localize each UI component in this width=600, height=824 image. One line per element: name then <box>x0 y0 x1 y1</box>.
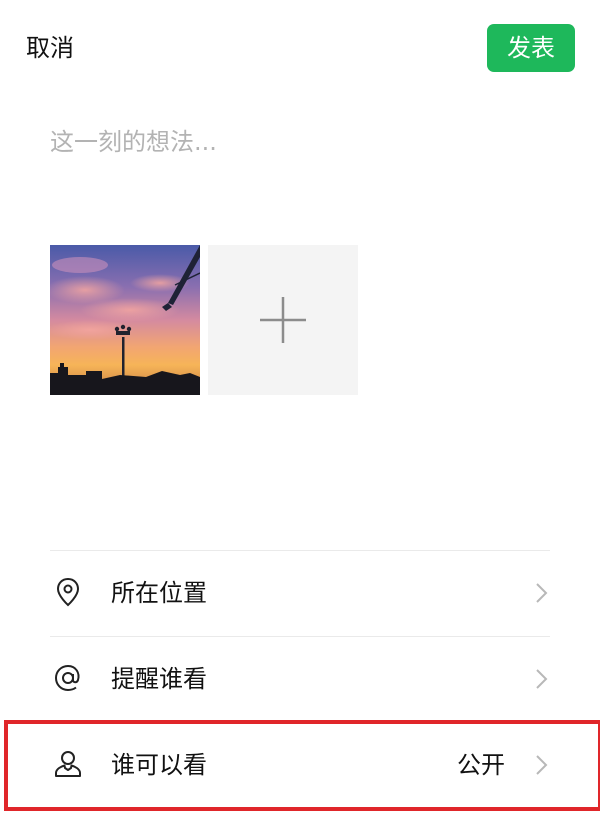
visibility-value: 公开 <box>457 751 505 779</box>
sunset-photo <box>50 245 200 395</box>
visibility-label: 谁可以看 <box>111 751 207 779</box>
remind-row[interactable]: 提醒谁看 <box>0 637 600 721</box>
chevron-right-icon <box>536 583 548 603</box>
publish-button[interactable]: 发表 <box>487 24 575 72</box>
at-sign-icon <box>54 664 80 692</box>
top-bar: 取消 发表 <box>0 0 600 96</box>
moment-text-input[interactable] <box>50 118 550 166</box>
location-row[interactable]: 所在位置 <box>0 551 600 635</box>
chevron-right-icon <box>536 755 548 775</box>
location-pin-icon <box>56 577 80 607</box>
location-label: 所在位置 <box>111 579 207 607</box>
post-moment-screen: 取消 发表 这一刻的想法... 所在位置 提醒谁看 谁可以看 公开 <box>0 0 600 824</box>
cancel-button[interactable]: 取消 <box>26 30 74 66</box>
photo-thumbnail[interactable] <box>50 245 200 395</box>
plus-icon <box>260 297 306 343</box>
person-icon <box>55 751 81 777</box>
add-photo-button[interactable] <box>208 245 358 395</box>
visibility-row[interactable]: 谁可以看 公开 <box>0 723 600 807</box>
remind-label: 提醒谁看 <box>111 665 207 693</box>
chevron-right-icon <box>536 669 548 689</box>
